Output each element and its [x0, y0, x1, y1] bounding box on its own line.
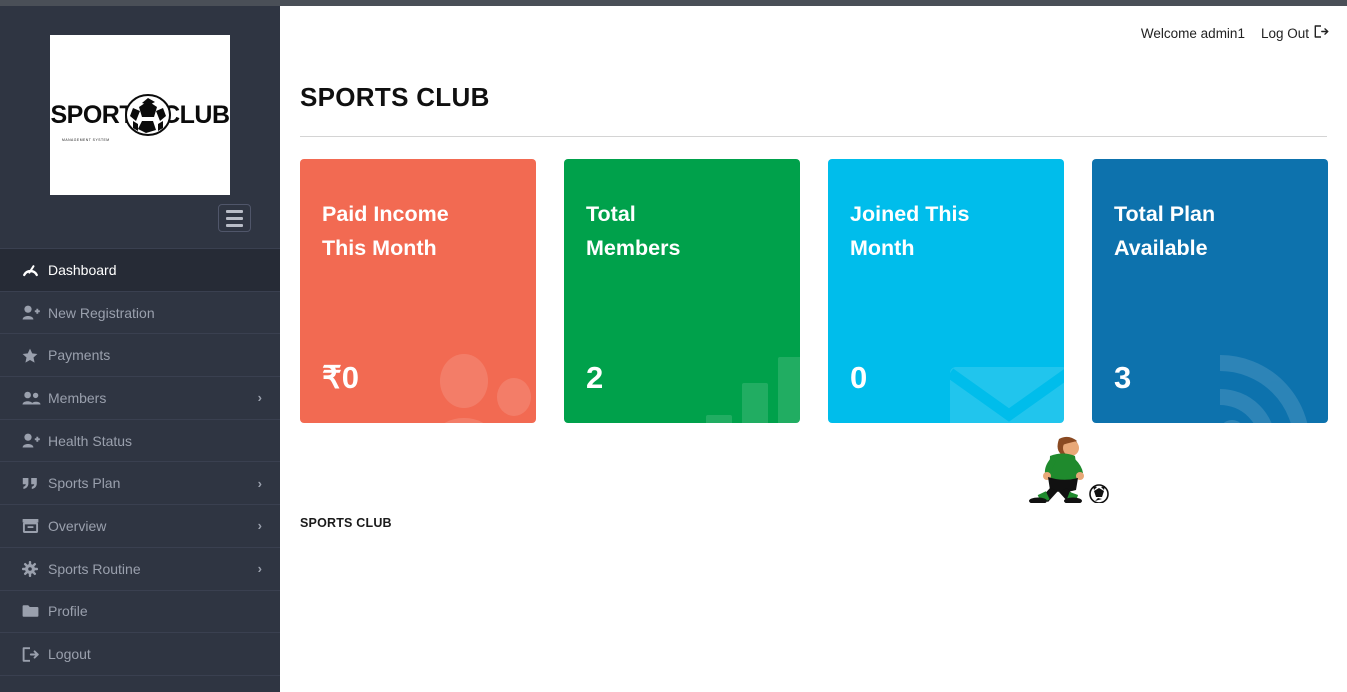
sidebar-item-label: Dashboard: [48, 261, 117, 278]
folder-icon: [22, 604, 44, 618]
rss-icon: [1218, 353, 1328, 423]
stat-card-value: 0: [850, 360, 868, 395]
sign-out-icon: [22, 646, 44, 662]
sidebar-item-new-registration[interactable]: New Registration: [0, 292, 280, 335]
gear-icon: [22, 560, 44, 577]
page-title: SPORTS CLUB: [300, 82, 490, 112]
bar-chart-icon: [688, 353, 800, 423]
sidebar-item-label: Overview: [48, 517, 107, 534]
sidebar-item-label: New Registration: [48, 304, 155, 321]
stat-card-value: ₹0: [322, 360, 359, 395]
sidebar-item-health-status[interactable]: Health Status: [0, 420, 280, 463]
users-icon: [22, 391, 44, 405]
stat-card-title: Paid Income This Month: [322, 202, 449, 261]
logo: SPORT CLUB MANAGEMENT SYSTEM: [50, 35, 230, 195]
chevron-right-icon: ›: [257, 561, 262, 577]
sidebar-item-label: Health Status: [48, 432, 133, 449]
hamburger-icon-line: [226, 216, 243, 220]
logo-text-left: SPORT: [50, 100, 135, 129]
sidebar-item-label: Payments: [48, 347, 111, 364]
tachometer-icon: [22, 262, 44, 277]
sidebar: SPORT CLUB MANAGEMENT SYSTEM Dashboard N…: [0, 6, 280, 692]
sidebar-item-label: Profile: [48, 603, 88, 620]
sidebar-item-members[interactable]: Members ›: [0, 377, 280, 420]
star-icon: [22, 348, 44, 363]
stat-card-paid-income[interactable]: Paid Income This Month ₹0: [300, 159, 536, 423]
user-plus-icon: [22, 305, 44, 320]
sign-out-icon: [1314, 25, 1329, 41]
hamburger-icon-line: [226, 209, 243, 213]
sidebar-item-payments[interactable]: Payments: [0, 334, 280, 378]
sidebar-item-sports-plan[interactable]: Sports Plan ›: [0, 462, 280, 506]
sidebar-item-label: Members: [48, 389, 107, 406]
sidebar-item-sports-routine[interactable]: Sports Routine ›: [0, 548, 280, 591]
logout-link-label: Log Out: [1260, 25, 1309, 41]
welcome-text: Welcome admin1: [1140, 25, 1245, 41]
logout-link[interactable]: Log Out: [1261, 25, 1329, 41]
stat-card-total-plan-available[interactable]: Total Plan Available 3: [1092, 159, 1328, 423]
stat-card-title: Total Members: [586, 202, 681, 261]
sidebar-toggle-button[interactable]: [218, 204, 251, 232]
hamburger-icon-line: [226, 223, 243, 227]
stat-card-value: 2: [586, 360, 604, 395]
stat-cards: Paid Income This Month ₹0 Total Members …: [280, 137, 1347, 423]
soccer-player-icon: [1023, 433, 1111, 503]
sidebar-item-overview[interactable]: Overview ›: [0, 505, 280, 548]
sidebar-item-label: Logout: [48, 646, 91, 663]
sidebar-item-dashboard[interactable]: Dashboard: [0, 249, 280, 292]
sidebar-nav: Dashboard New Registration Payments Memb…: [0, 248, 280, 676]
stat-card-value: 3: [1114, 360, 1132, 395]
sidebar-item-label: Sports Plan: [48, 475, 121, 492]
logo-text-right: CLUB: [162, 100, 230, 129]
chevron-right-icon: ›: [257, 518, 262, 534]
stat-card-joined-this-month[interactable]: Joined This Month 0: [828, 159, 1064, 423]
logo-subtitle: MANAGEMENT SYSTEM: [62, 138, 110, 142]
chevron-right-icon: ›: [257, 475, 262, 491]
sidebar-item-profile[interactable]: Profile: [0, 591, 280, 634]
stat-card-title: Total Plan Available: [1114, 202, 1216, 261]
stat-card-total-members[interactable]: Total Members 2: [564, 159, 800, 423]
page-head: SPORTS CLUB: [280, 82, 1347, 137]
footer-text: SPORTS CLUB: [300, 516, 392, 530]
sidebar-item-logout[interactable]: Logout: [0, 633, 280, 676]
topbar: Welcome admin1 Log Out: [280, 6, 1347, 60]
users-icon: [424, 353, 536, 423]
quote-right-icon: [22, 477, 44, 490]
archive-icon: [22, 518, 44, 534]
main-content: Welcome admin1 Log Out SPORTS CLUB Paid …: [280, 6, 1347, 692]
stat-card-title: Joined This Month: [850, 202, 970, 261]
user-plus-icon: [22, 433, 44, 448]
envelope-icon: [946, 353, 1064, 423]
soccer-ball-icon: [125, 94, 172, 136]
sidebar-item-label: Sports Routine: [48, 560, 141, 577]
chevron-right-icon: ›: [257, 390, 262, 406]
